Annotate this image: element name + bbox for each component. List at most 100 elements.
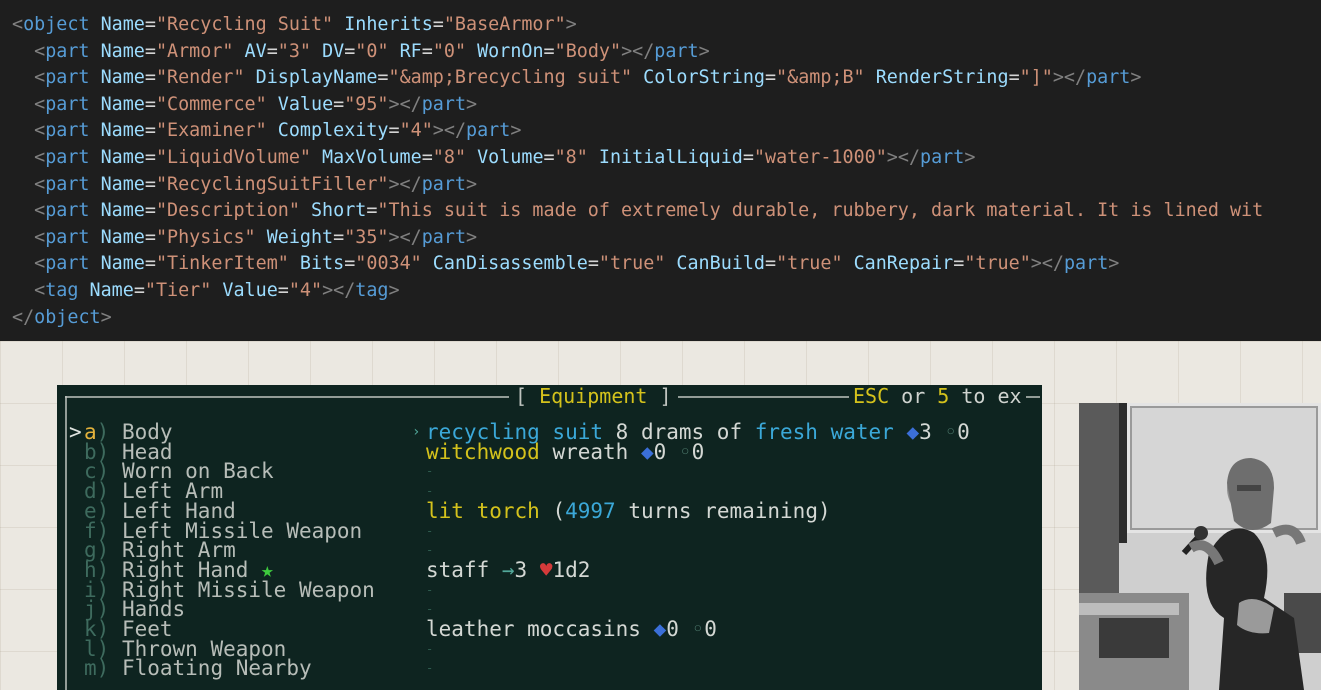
item-text: 0 (704, 617, 717, 641)
equipped-item-right-hand[interactable]: staff →3 ♥1d2 (426, 557, 590, 582)
code-token: "4" (399, 120, 433, 142)
code-token: ></ (388, 226, 422, 248)
code-token: = (432, 14, 444, 35)
code-token: Inherits (333, 14, 433, 35)
code-token: = (587, 253, 599, 275)
equipment-title: [ Equipment ] (509, 385, 678, 409)
code-token: Name (89, 93, 145, 115)
equipped-item-head[interactable]: witchwood wreath ◆0 ◦0 (426, 439, 705, 464)
code-token: DisplayName (244, 67, 378, 89)
code-token: < (12, 173, 46, 195)
code-token: CanDisassemble (421, 253, 588, 275)
item-text: 4997 (565, 498, 616, 523)
armor-value-icon: ◆ (906, 420, 920, 444)
code-token: "]" (1019, 67, 1053, 89)
code-token: "0034" (355, 253, 422, 275)
code-token: "Tier" (144, 280, 212, 301)
code-token: = (144, 40, 156, 62)
code-token: = (144, 14, 156, 35)
item-text: witchwood (426, 439, 540, 464)
code-token: Weight (255, 226, 334, 248)
code-token: = (764, 67, 777, 89)
empty-slot-marker: - (426, 523, 434, 538)
item-text: 0 (691, 439, 705, 464)
exit-hint[interactable]: ESC or 5 to ex (849, 385, 1026, 409)
code-token: "TinkerItem" (155, 253, 289, 275)
code-token: Name (89, 67, 145, 89)
selection-cursor: > (69, 420, 82, 444)
code-token: part (45, 147, 90, 168)
code-token: > (1108, 253, 1120, 275)
empty-slot-marker: - (426, 661, 434, 676)
code-token: = (144, 93, 156, 115)
code-token: RF (388, 40, 422, 62)
item-text (894, 420, 907, 444)
item-text: 0 (666, 617, 692, 641)
slot-hotkey: m (84, 656, 97, 681)
code-token: part (45, 200, 90, 222)
code-token: ></ (886, 147, 921, 168)
code-token: = (266, 40, 278, 62)
code-token: = (133, 280, 145, 301)
code-token: > (388, 280, 400, 301)
armor-value-icon: ◆ (640, 439, 654, 464)
dodge-value-icon: ◦ (944, 420, 958, 444)
equipped-item-left-hand[interactable]: lit torch (4997 turns remaining) (426, 498, 831, 523)
code-line: <part Name="LiquidVolume" MaxVolume="8" … (12, 148, 975, 168)
penetration-arrow-icon: → (501, 557, 515, 582)
code-token: part (421, 93, 467, 115)
code-token: object (34, 306, 101, 328)
code-token: = (144, 173, 156, 195)
code-line: <part Name="TinkerItem" Bits="0034" CanD… (12, 254, 1119, 274)
code-token: > (466, 93, 478, 115)
code-token: Value (266, 93, 334, 115)
equipment-screen: [ Equipment ] ESC or 5 to ex > a) Body b) … (57, 385, 1042, 690)
speaker-photo (1079, 403, 1321, 690)
code-token: "true" (598, 253, 666, 275)
xml-code-panel: <object Name="Recycling Suit" Inherits="… (0, 0, 1321, 341)
code-token: Value (211, 280, 278, 301)
code-line: <part Name="Physics" Weight="35"></part> (12, 226, 478, 248)
code-token: part (920, 147, 965, 168)
code-token: > (466, 226, 478, 248)
code-line: <part Name="Commerce" Value="95"></part> (12, 93, 478, 115)
code-token: = (543, 40, 555, 62)
item-text: 3 (919, 420, 945, 444)
code-token: "Body" (554, 40, 622, 62)
damage-heart-icon: ♥ (539, 557, 553, 582)
dodge-value-icon: ◦ (691, 617, 705, 641)
empty-slot-marker: - (426, 464, 434, 479)
code-token: = (144, 253, 156, 275)
code-token: </ (12, 306, 35, 328)
code-token: "8" (432, 147, 467, 168)
item-text: 0 (957, 420, 970, 444)
code-token: part (1063, 253, 1109, 275)
code-token: part (45, 93, 90, 115)
item-text: 0 (653, 439, 679, 464)
code-token: "4" (288, 280, 323, 301)
item-text: leather moccasins (426, 617, 654, 641)
code-token: "35" (344, 226, 389, 248)
code-token: = (333, 93, 345, 115)
item-text: ( (539, 498, 566, 523)
code-line: <part Name="Description" Short="This sui… (12, 201, 1263, 221)
code-line: <part Name="Render" DisplayName="&amp;Br… (12, 68, 1141, 88)
code-token: = (144, 226, 156, 248)
code-token: = (277, 280, 289, 301)
code-token: part (421, 226, 467, 248)
code-token: > (466, 173, 478, 195)
code-token: > (964, 147, 976, 168)
code-token: < (12, 200, 46, 222)
code-token: = (421, 147, 433, 168)
code-token: > (100, 306, 112, 328)
code-token: Complexity (266, 120, 389, 142)
code-token: "water-1000" (753, 147, 887, 168)
equipment-slot-floating-nearby[interactable]: m) Floating Nearby (84, 656, 312, 681)
code-token: < (12, 253, 46, 275)
code-token: "&amp;B" (776, 67, 865, 89)
code-token: "Physics" (155, 226, 256, 248)
code-token: Name (89, 253, 145, 275)
code-token: "95" (344, 93, 389, 115)
code-token: object (23, 14, 90, 35)
equipped-item-feet[interactable]: leather moccasins ◆0 ◦0 (426, 617, 717, 641)
